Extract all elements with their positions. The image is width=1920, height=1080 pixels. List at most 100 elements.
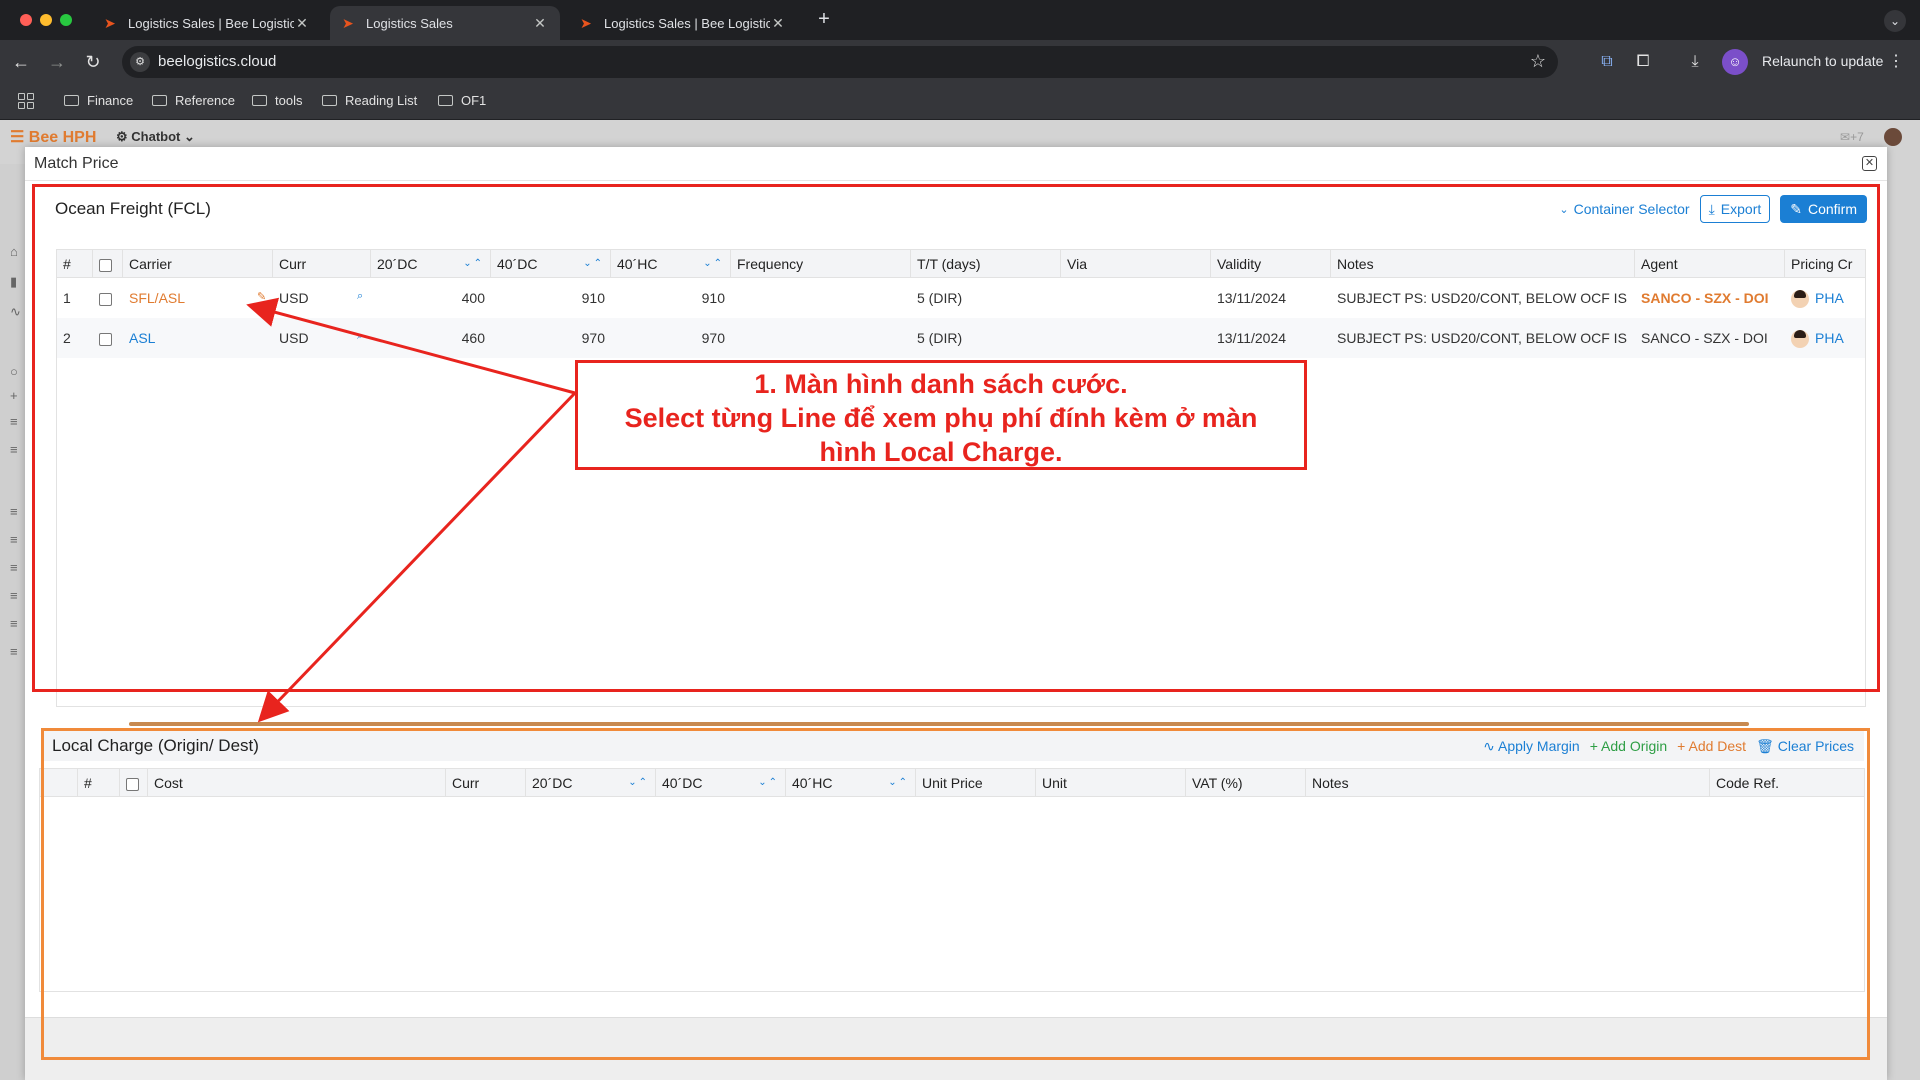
bookmark-reading-list[interactable]: Reading List: [322, 93, 417, 108]
close-icon[interactable]: ✕: [770, 15, 786, 32]
table-row[interactable]: 1 SFL/ASL ✎ USD ⌕ 400 910 910 5 (DIR) 13…: [57, 278, 1865, 318]
home-icon[interactable]: ⌂: [10, 244, 18, 259]
price-40hc-cell[interactable]: 910: [611, 278, 731, 318]
agent-cell[interactable]: SANCO - SZX - DOI: [1635, 318, 1785, 358]
col-header-40hc[interactable]: 40´HC ⌄⌃: [786, 769, 916, 797]
site-info-icon[interactable]: ⚙: [130, 52, 150, 72]
col-header-20dc[interactable]: 20´DC ⌄⌃: [371, 250, 491, 278]
forward-arrow-icon[interactable]: →: [46, 51, 68, 73]
select-all-checkbox[interactable]: [126, 777, 139, 791]
col-header-notes[interactable]: Notes: [1331, 250, 1635, 278]
notification-count[interactable]: ✉+7: [1840, 130, 1864, 144]
close-icon[interactable]: ✕: [532, 15, 548, 32]
more-menu-icon[interactable]: ⋮: [1888, 51, 1904, 71]
extensions-icon[interactable]: ⧠: [1632, 51, 1654, 73]
bookmark-star-icon[interactable]: ☆: [1530, 51, 1546, 72]
table-row[interactable]: 2 ASL USD ⌕ 460 970 970 5 (DIR) 13/11/20…: [57, 318, 1865, 358]
tab-search-icon[interactable]: ⌄: [1884, 10, 1906, 32]
list-icon[interactable]: ≡: [10, 504, 18, 519]
search-icon[interactable]: ⌕: [357, 290, 363, 303]
agent-cell[interactable]: SANCO - SZX - DOI: [1635, 278, 1785, 318]
close-icon[interactable]: ✕: [1862, 156, 1877, 171]
back-arrow-icon[interactable]: ←: [10, 51, 32, 73]
minimize-window-button[interactable]: [40, 14, 52, 26]
activity-icon[interactable]: ∿: [10, 304, 21, 320]
translate-icon[interactable]: ⧉: [1596, 51, 1618, 73]
row-checkbox[interactable]: [99, 292, 112, 306]
add-icon[interactable]: +: [10, 388, 18, 403]
edit-icon[interactable]: ✎: [257, 290, 266, 303]
select-all-checkbox[interactable]: [99, 258, 112, 272]
row-checkbox[interactable]: [99, 332, 112, 346]
col-header-unit[interactable]: Unit: [1036, 769, 1186, 797]
browser-tab-1[interactable]: ➤ Logistics Sales | Bee Logistic ✕: [92, 6, 322, 40]
sort-icon[interactable]: ⌄⌃: [583, 250, 604, 278]
carrier-cell[interactable]: SFL/ASL: [123, 278, 273, 318]
bookmark-reference[interactable]: Reference: [152, 93, 235, 108]
col-header-agent[interactable]: Agent: [1635, 250, 1785, 278]
col-header-40hc[interactable]: 40´HC ⌄⌃: [611, 250, 731, 278]
apps-grid-icon[interactable]: [18, 93, 34, 109]
browser-tab-3[interactable]: ➤ Logistics Sales | Bee Logistic ✕: [568, 6, 798, 40]
export-button[interactable]: ⤓ Export: [1699, 195, 1771, 223]
sort-icon[interactable]: ⌄⌃: [703, 250, 724, 278]
sort-icon[interactable]: ⌄⌃: [888, 769, 909, 797]
col-header-curr[interactable]: Curr: [273, 250, 371, 278]
col-header-validity[interactable]: Validity: [1211, 250, 1331, 278]
price-40dc-cell[interactable]: 910: [491, 278, 611, 318]
col-header-notes[interactable]: Notes: [1306, 769, 1710, 797]
clear-prices-button[interactable]: 🗑 Clear Prices: [1756, 738, 1854, 755]
col-header-20dc[interactable]: 20´DC ⌄⌃: [526, 769, 656, 797]
sort-icon[interactable]: ⌄⌃: [758, 769, 779, 797]
list-icon[interactable]: ≡: [10, 616, 18, 631]
list-icon[interactable]: ≡: [10, 532, 18, 547]
bookmark-finance[interactable]: Finance: [64, 93, 133, 108]
col-header-pricing[interactable]: Pricing Cr: [1785, 250, 1865, 278]
list-icon[interactable]: ≡: [10, 560, 18, 575]
col-header-curr[interactable]: Curr: [446, 769, 526, 797]
add-dest-button[interactable]: + Add Dest: [1677, 738, 1746, 755]
carrier-cell[interactable]: ASL: [123, 318, 273, 358]
col-header-vat[interactable]: VAT (%): [1186, 769, 1306, 797]
sort-icon[interactable]: ⌄⌃: [463, 250, 484, 278]
add-origin-button[interactable]: + Add Origin: [1590, 738, 1667, 755]
col-header-via[interactable]: Via: [1061, 250, 1211, 278]
address-bar[interactable]: ⚙ beelogistics.cloud ☆: [122, 46, 1558, 78]
col-header-40dc[interactable]: 40´DC ⌄⌃: [491, 250, 611, 278]
new-tab-button[interactable]: +: [812, 8, 836, 31]
list-icon[interactable]: ≡: [10, 588, 18, 603]
col-header-code-ref[interactable]: Code Ref.: [1710, 769, 1864, 797]
close-window-button[interactable]: [20, 14, 32, 26]
price-40dc-cell[interactable]: 970: [491, 318, 611, 358]
col-header-frequency[interactable]: Frequency: [731, 250, 911, 278]
col-header-tt[interactable]: T/T (days): [911, 250, 1061, 278]
col-header-40dc[interactable]: 40´DC ⌄⌃: [656, 769, 786, 797]
chart-icon[interactable]: ▮: [10, 274, 17, 290]
list-icon[interactable]: ≡: [10, 442, 18, 457]
col-header-carrier[interactable]: Carrier: [123, 250, 273, 278]
reload-icon[interactable]: ↻: [82, 51, 104, 73]
relaunch-button[interactable]: Relaunch to update: [1762, 53, 1883, 69]
bookmark-tools[interactable]: tools: [252, 93, 302, 108]
close-icon[interactable]: ✕: [294, 15, 310, 32]
col-header-cost[interactable]: Cost: [148, 769, 446, 797]
user-avatar[interactable]: [1884, 128, 1902, 146]
sort-icon[interactable]: ⌄⌃: [628, 769, 649, 797]
price-20dc-cell[interactable]: 400: [371, 278, 491, 318]
confirm-button[interactable]: ✎ Confirm: [1780, 195, 1867, 223]
profile-avatar-icon[interactable]: ☺: [1722, 49, 1748, 75]
list-icon[interactable]: ≡: [10, 644, 18, 659]
download-icon[interactable]: ⤓: [1684, 51, 1706, 73]
browser-tab-2[interactable]: ➤ Logistics Sales ✕: [330, 6, 560, 40]
apply-margin-button[interactable]: ∿ Apply Margin: [1483, 738, 1580, 755]
bookmark-of1[interactable]: OF1: [438, 93, 486, 108]
search-icon[interactable]: ○: [10, 364, 18, 379]
pricing-creator-cell[interactable]: PHA: [1785, 278, 1865, 318]
maximize-window-button[interactable]: [60, 14, 72, 26]
price-20dc-cell[interactable]: 460: [371, 318, 491, 358]
container-selector-button[interactable]: ⌄ Container Selector: [1559, 201, 1689, 217]
pricing-creator-cell[interactable]: PHA: [1785, 318, 1865, 358]
list-icon[interactable]: ≡: [10, 414, 18, 429]
search-icon[interactable]: ⌕: [357, 330, 363, 343]
app-brand[interactable]: ☰ Bee HPH: [10, 127, 96, 147]
